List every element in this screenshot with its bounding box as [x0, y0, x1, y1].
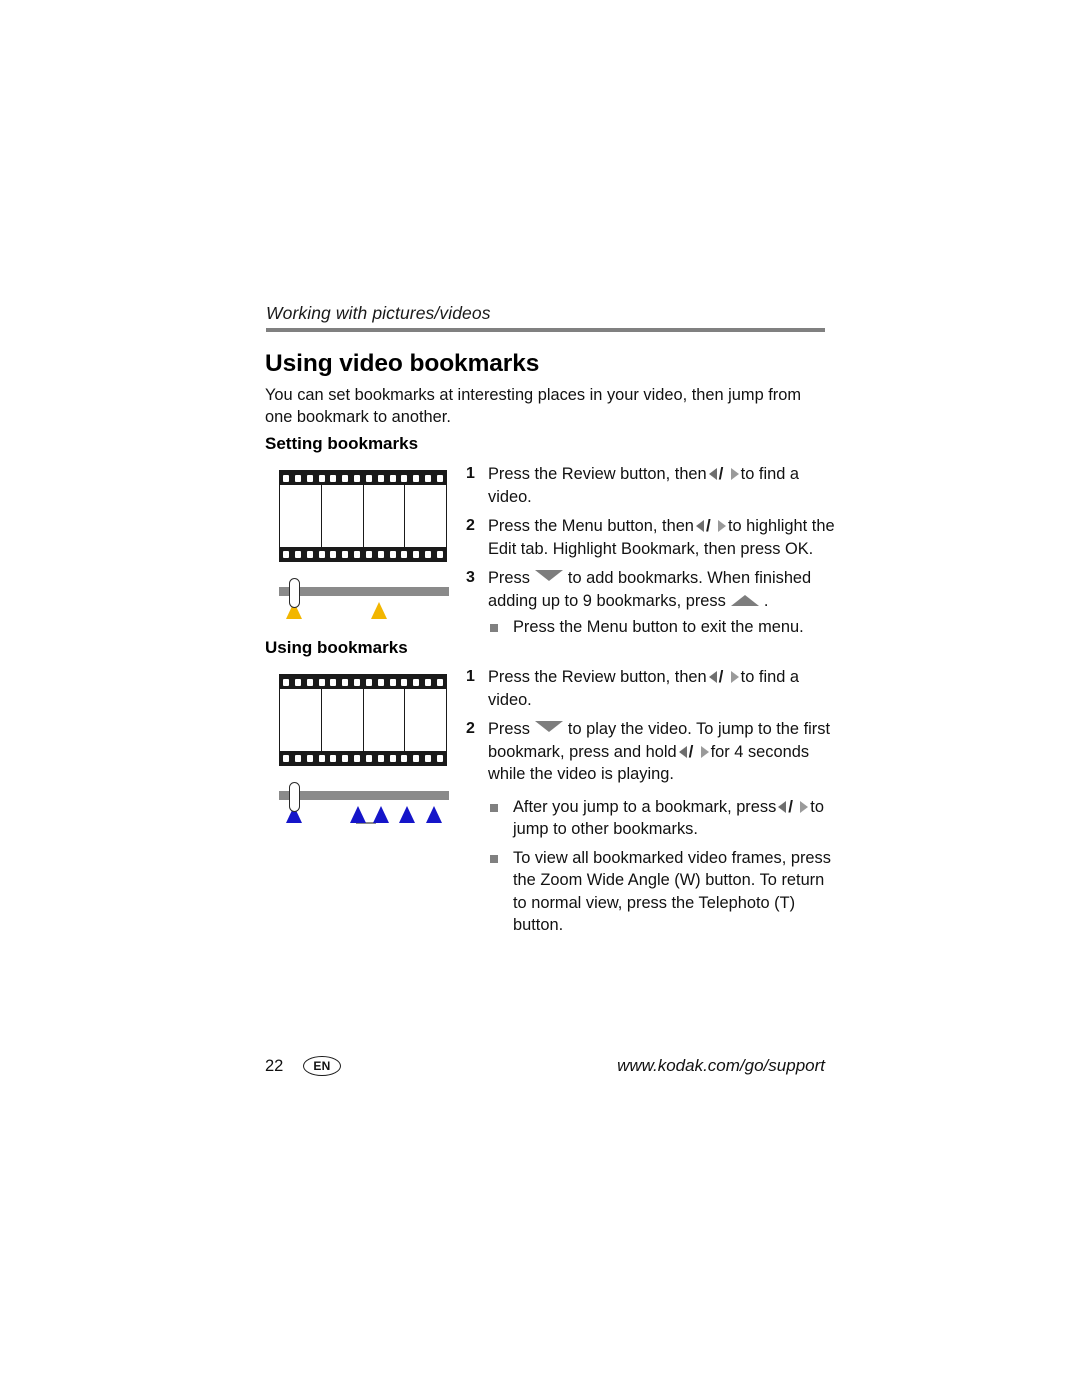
bookmark-marker-yellow	[371, 602, 387, 619]
bullet-item: To view all bookmarked video frames, pre…	[488, 847, 836, 937]
timeline-bar	[279, 587, 449, 596]
intro-paragraph: You can set bookmarks at interesting pla…	[265, 386, 802, 426]
header-rule	[266, 328, 825, 332]
step-text-before: Press the Menu button, then	[488, 517, 694, 535]
timeline-playhead	[289, 578, 300, 608]
step-item: 2 Press the Menu button, then / to highlig…	[466, 515, 836, 560]
left-right-arrows-icon: /	[708, 667, 739, 686]
timeline-bar	[279, 791, 449, 800]
filmstrip-frames	[280, 689, 446, 751]
step-text-before: Press	[488, 569, 530, 587]
filmstrip-perforations-bottom	[280, 547, 446, 561]
document-page: Working with pictures/videos Using video…	[0, 0, 1080, 1397]
down-arrow-icon	[534, 570, 563, 581]
bullet-text: Press the Menu button to exit the menu.	[513, 618, 804, 636]
language-badge: EN	[303, 1056, 341, 1076]
video-timeline-blue	[279, 782, 449, 828]
down-arrow-icon	[534, 721, 563, 732]
step-number: 1	[466, 668, 475, 685]
step-text: Press to play the video. To jump to the f…	[488, 718, 836, 786]
left-right-arrows-icon: /	[778, 797, 809, 816]
bullet-item: Press the Menu button to exit the menu.	[488, 616, 836, 639]
step-text: Press to add bookmarks. When finished add…	[488, 567, 836, 612]
support-url: www.kodak.com/go/support	[617, 1056, 825, 1075]
section-heading-setting-bookmarks: Setting bookmarks	[265, 434, 419, 453]
left-right-arrows-icon: /	[708, 464, 739, 483]
bookmark-marker-blue	[350, 806, 366, 823]
step-item: 3 Press to add bookmarks. When finished a…	[466, 567, 836, 612]
step-text: Press the Review button, then / to find a …	[488, 666, 836, 711]
up-arrow-icon	[730, 594, 759, 606]
left-right-arrows-icon: /	[678, 742, 709, 761]
filmstrip-graphic	[279, 470, 447, 562]
step-number: 3	[466, 569, 475, 586]
bullet-list: Press the Menu button to exit the menu.	[466, 616, 836, 639]
bullet-list: After you jump to a bookmark, press / to j…	[466, 796, 836, 937]
step-text-before: Press the Review button, then	[488, 465, 707, 483]
filmstrip-perforations-bottom	[280, 751, 446, 765]
section-heading-using-bookmarks: Using bookmarks	[265, 638, 408, 657]
page-title: Using video bookmarks	[265, 350, 540, 377]
page-number: 22	[265, 1057, 284, 1075]
step-item: 1 Press the Review button, then / to find …	[466, 666, 836, 711]
step-text: Press the Menu button, then / to highlight…	[488, 515, 836, 560]
bookmark-marker-blue	[399, 806, 415, 823]
video-timeline-yellow	[279, 578, 449, 624]
page-footer: 22 EN www.kodak.com/go/support	[265, 1054, 825, 1084]
bookmark-marker-blue	[373, 806, 389, 823]
step-text: Press the Review button, then / to find a …	[488, 463, 836, 508]
steps-using-bookmarks: 1 Press the Review button, then / to find …	[466, 666, 836, 943]
square-bullet-icon	[490, 854, 498, 863]
step-number: 2	[466, 517, 475, 534]
steps-setting-bookmarks: 1 Press the Review button, then / to find …	[466, 463, 836, 645]
filmstrip-perforations-top	[280, 471, 446, 485]
illustration-using-bookmarks	[279, 674, 449, 828]
step-number: 2	[466, 720, 475, 737]
filmstrip-frames	[280, 485, 446, 547]
bookmark-marker-blue	[426, 806, 442, 823]
bullet-item: After you jump to a bookmark, press / to j…	[488, 796, 836, 841]
running-header: Working with pictures/videos	[266, 303, 826, 324]
step-item: 2 Press to play the video. To jump to the…	[466, 718, 836, 786]
filmstrip-graphic	[279, 674, 447, 766]
bullet-text-before: After you jump to a bookmark, press	[513, 797, 777, 816]
square-bullet-icon	[490, 803, 498, 812]
filmstrip-perforations-top	[280, 675, 446, 689]
bullet-text: To view all bookmarked video frames, pre…	[513, 848, 831, 935]
step-item: 1 Press the Review button, then / to find …	[466, 463, 836, 508]
step-text-before: Press	[488, 720, 530, 738]
running-header-text: Working with pictures/videos	[266, 303, 491, 323]
step-text-after: .	[763, 591, 769, 610]
step-text-before: Press the Review button, then	[488, 668, 707, 686]
bullet-text: After you jump to a bookmark, press / to j…	[513, 797, 824, 839]
square-bullet-icon	[490, 624, 498, 632]
timeline-playhead	[289, 782, 300, 812]
left-right-arrows-icon: /	[695, 516, 726, 535]
step-number: 1	[466, 465, 475, 482]
illustration-setting-bookmarks	[279, 470, 449, 624]
